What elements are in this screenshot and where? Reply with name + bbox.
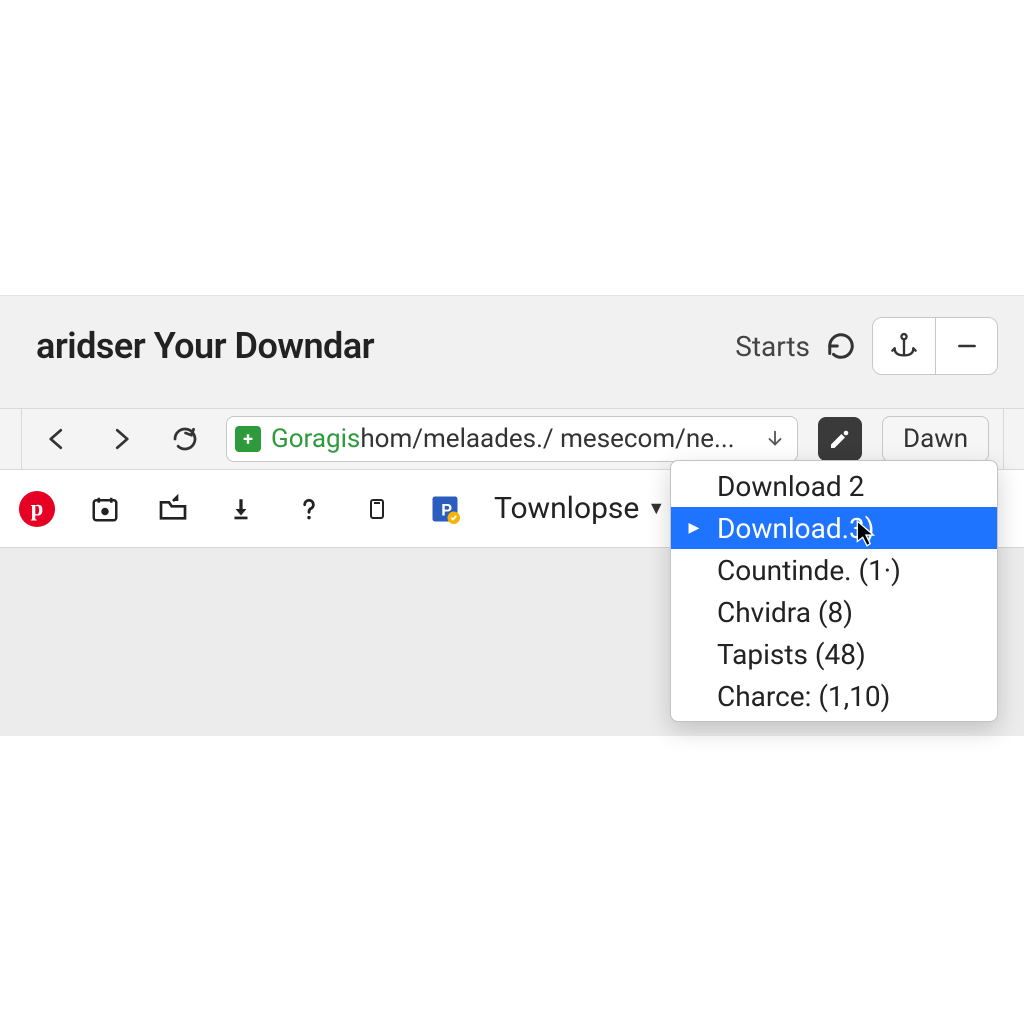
bookmark-item-townlopse[interactable]: Townlopse ▼	[494, 491, 665, 526]
nav-left-edge	[8, 409, 22, 469]
app-icon[interactable]: P	[426, 490, 464, 528]
menu-selected-marker-icon: ►	[685, 518, 703, 539]
calendar-icon[interactable]	[86, 490, 124, 528]
address-rest: hom/melaades./ mesecom/ne...	[360, 424, 734, 454]
minimize-button[interactable]	[935, 318, 997, 374]
menu-item[interactable]: Chvidra (8)	[671, 591, 997, 633]
title-row: aridser Your Downdar Starts	[0, 296, 1024, 396]
address-host: Goragis	[271, 424, 360, 454]
menu-item[interactable]: Countinde. (1·)	[671, 549, 997, 591]
menu-item-label: Tapists (48)	[717, 638, 866, 671]
svg-text:p: p	[31, 495, 44, 520]
help-icon[interactable]	[290, 490, 328, 528]
back-button[interactable]	[28, 416, 86, 462]
anchor-button[interactable]	[873, 318, 935, 374]
window-button-group	[872, 317, 998, 375]
canvas: aridser Your Downdar Starts	[0, 0, 1024, 1024]
address-dropdown-icon[interactable]	[761, 425, 789, 453]
dawn-label: Dawn	[903, 424, 968, 454]
reload-button[interactable]	[156, 416, 214, 462]
menu-item-label: Countinde. (1·)	[717, 554, 901, 587]
edit-button[interactable]	[818, 417, 862, 461]
site-badge-glyph: +	[243, 429, 253, 450]
dawn-button[interactable]: Dawn	[882, 416, 989, 462]
address-bar[interactable]: + Goragishom/melaades./ mesecom/ne...	[226, 416, 798, 462]
nav-right-edge	[1003, 409, 1013, 469]
download-menu: Download 2 ► Download.3) Countinde. (1·)…	[670, 460, 998, 722]
pinterest-icon[interactable]: p	[18, 490, 56, 528]
folder-icon[interactable]	[154, 490, 192, 528]
download-icon[interactable]	[222, 490, 260, 528]
menu-item[interactable]: Charce: (1,10)	[671, 675, 997, 717]
menu-item[interactable]: Download 2	[671, 465, 997, 507]
title-right-controls: Starts	[735, 296, 998, 396]
menu-item-label: Download 2	[717, 470, 864, 503]
starts-label: Starts	[735, 330, 810, 363]
chevron-down-icon: ▼	[647, 498, 665, 519]
address-text: Goragishom/melaades./ mesecom/ne...	[271, 424, 751, 454]
forward-button[interactable]	[92, 416, 150, 462]
menu-item-label: Chvidra (8)	[717, 596, 853, 629]
bookmark-item-label: Townlopse	[494, 491, 639, 526]
site-badge-icon: +	[235, 426, 261, 452]
refresh-icon[interactable]	[824, 329, 858, 363]
menu-item[interactable]: ► Download.3)	[671, 507, 997, 549]
menu-item[interactable]: Tapists (48)	[671, 633, 997, 675]
menu-item-label: Download.3)	[717, 512, 875, 545]
window-title: aridser Your Downdar	[36, 325, 374, 367]
device-icon[interactable]	[358, 490, 396, 528]
menu-item-label: Charce: (1,10)	[717, 680, 890, 713]
